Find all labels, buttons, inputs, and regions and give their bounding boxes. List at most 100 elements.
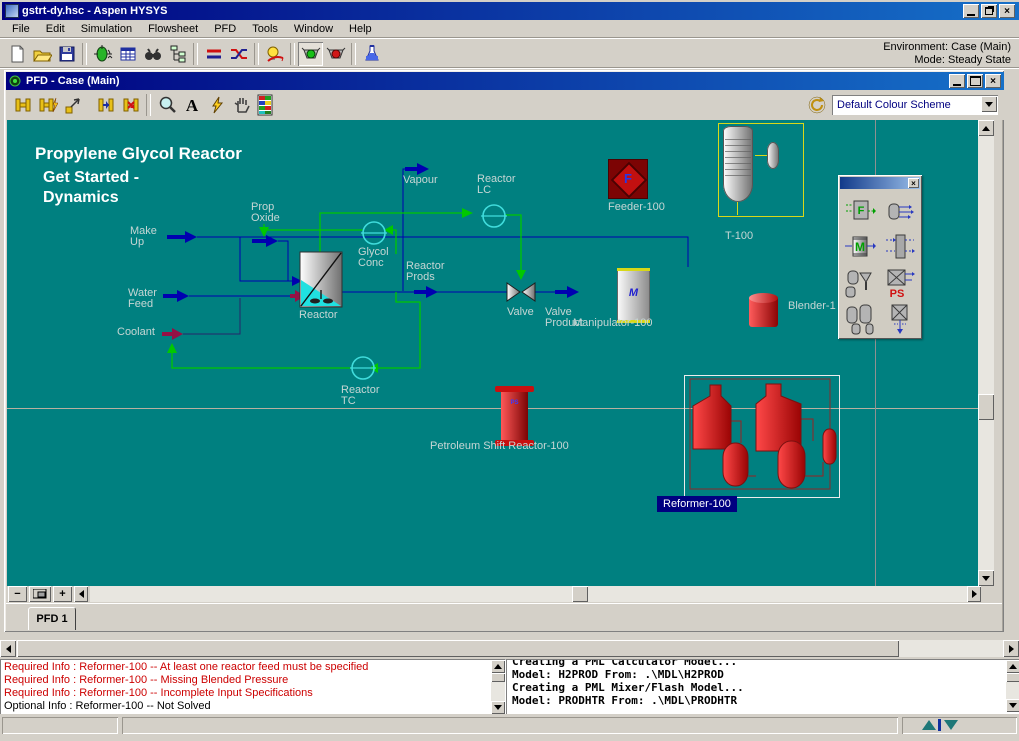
signal-prods-to-tc[interactable] xyxy=(369,292,420,373)
label-petroleum-shift-reactor[interactable]: Petroleum Shift Reactor-100 xyxy=(430,441,569,452)
main-scroll-left-button[interactable] xyxy=(0,640,16,657)
zoom-box-button[interactable] xyxy=(29,586,51,602)
scroll-up-button[interactable] xyxy=(978,120,994,136)
palette-multi-feed-icon[interactable] xyxy=(884,195,916,227)
zoom-in-button[interactable]: + xyxy=(53,586,72,602)
workbook-button[interactable] xyxy=(115,42,140,66)
colour-scheme-dropdown[interactable]: Default Colour Scheme xyxy=(832,95,998,115)
optimizer-button[interactable] xyxy=(262,42,287,66)
pfd-horizontal-scrollbar[interactable] xyxy=(90,586,967,602)
tab-pfd-1[interactable]: PFD 1 xyxy=(28,607,76,630)
status-scrollbar[interactable] xyxy=(491,660,505,714)
unit-manipulator-100[interactable]: M xyxy=(617,268,650,323)
unit-petroleum-shift-reactor[interactable]: PS xyxy=(501,392,528,440)
palette-vessel-set-icon[interactable] xyxy=(844,303,876,335)
unit-valve[interactable] xyxy=(507,283,535,301)
unit-operations-button[interactable] xyxy=(90,42,115,66)
status-message-pane[interactable]: Required Info : Reformer-100 -- At least… xyxy=(0,659,506,715)
trace-pane[interactable]: Creating a PML Calculator Model... Model… xyxy=(506,659,1019,715)
menu-edit[interactable]: Edit xyxy=(38,20,73,38)
main-horizontal-scrollbar[interactable] xyxy=(0,640,1019,657)
stream-connections-button[interactable] xyxy=(226,42,251,66)
save-case-button[interactable] xyxy=(54,42,79,66)
label-valve[interactable]: Valve xyxy=(507,307,534,318)
collapse-trace-icon[interactable] xyxy=(944,720,958,730)
label-reactor-prods[interactable]: Reactor Prods xyxy=(406,261,445,283)
swap-connections-button[interactable] xyxy=(118,93,143,117)
expand-trace-icon[interactable] xyxy=(922,720,936,730)
label-vapour[interactable]: Vapour xyxy=(403,175,438,186)
colour-legend-button[interactable] xyxy=(254,92,276,118)
label-manipulator-100[interactable]: Manipulator-100 xyxy=(573,318,653,329)
signal-glycol-conc-to-prop-oxide[interactable] xyxy=(259,224,363,237)
status-message[interactable]: Optional Info : Reformer-100 -- Not Solv… xyxy=(4,700,488,713)
stream-water-feed[interactable] xyxy=(163,290,305,302)
scroll-up-button[interactable] xyxy=(491,660,505,673)
label-t-100[interactable]: T-100 xyxy=(725,231,753,242)
object-palette-window[interactable]: × F M PS xyxy=(838,175,922,339)
solver-active-button[interactable] xyxy=(298,42,323,66)
attach-mode-button[interactable] xyxy=(10,93,35,117)
pfd-minimize-button[interactable] xyxy=(949,74,965,88)
controller-glycol-conc[interactable] xyxy=(361,222,387,244)
unit-reactor[interactable] xyxy=(300,252,342,307)
label-make-up[interactable]: Make Up xyxy=(130,226,157,248)
label-glycol-conc[interactable]: Glycol Conc xyxy=(358,247,389,269)
main-scroll-right-button[interactable] xyxy=(1003,640,1019,657)
menu-pfd[interactable]: PFD xyxy=(206,20,244,38)
label-blender[interactable]: Blender-1 xyxy=(788,301,836,312)
label-water-feed[interactable]: Water Feed xyxy=(128,288,157,310)
label-prop-oxide[interactable]: Prop Oxide xyxy=(251,202,280,224)
status-message[interactable]: Required Info : Reformer-100 -- At least… xyxy=(4,661,488,674)
status-message[interactable]: Required Info : Reformer-100 -- Missing … xyxy=(4,674,488,687)
stream-coolant[interactable] xyxy=(162,298,240,340)
pfd-maximize-button[interactable] xyxy=(967,74,983,88)
menu-flowsheet[interactable]: Flowsheet xyxy=(140,20,206,38)
palette-feeder-icon[interactable]: F xyxy=(844,195,876,227)
status-scroll-thumb[interactable] xyxy=(491,673,505,682)
zoom-out-button[interactable]: − xyxy=(8,586,27,602)
palette-close-button[interactable]: × xyxy=(908,178,919,188)
unit-t100-column[interactable] xyxy=(723,126,753,202)
label-reactor-lc[interactable]: Reactor LC xyxy=(477,174,516,196)
zoom-button[interactable] xyxy=(154,93,179,117)
label-coolant[interactable]: Coolant xyxy=(117,327,155,338)
signal-lc-to-valve[interactable] xyxy=(505,215,526,280)
scroll-right-button[interactable] xyxy=(967,586,981,602)
pfd-canvas[interactable]: Propylene Glycol Reactor Get Started - D… xyxy=(7,120,978,586)
refresh-button[interactable] xyxy=(808,96,826,114)
palette-petroleum-shift-icon[interactable]: PS xyxy=(884,267,916,299)
scroll-down-button[interactable] xyxy=(978,570,994,586)
leave-environment-button[interactable] xyxy=(359,42,384,66)
scroll-left-button[interactable] xyxy=(74,586,88,602)
pfd-title-bar[interactable]: PFD - Case (Main) × xyxy=(6,72,1004,90)
pfd-vertical-scrollbar[interactable] xyxy=(978,120,994,586)
label-reformer-100-selected[interactable]: Reformer-100 xyxy=(657,496,737,512)
main-scroll-thumb[interactable] xyxy=(17,640,899,657)
palette-flash-icon[interactable] xyxy=(884,303,916,335)
solver-holding-button[interactable] xyxy=(323,42,348,66)
horizontal-scroll-thumb[interactable] xyxy=(572,586,588,602)
pfd-close-button[interactable]: × xyxy=(985,74,1001,88)
signal-tc-to-coolant[interactable] xyxy=(167,343,352,368)
controller-reactor-lc[interactable] xyxy=(481,205,507,227)
label-reactor-tc[interactable]: Reactor TC xyxy=(341,385,380,407)
trace-scroll-thumb[interactable] xyxy=(1006,673,1019,682)
material-streams-button[interactable] xyxy=(201,42,226,66)
scroll-down-button[interactable] xyxy=(1006,699,1019,712)
label-reactor[interactable]: Reactor xyxy=(299,310,338,321)
palette-manipulator-icon[interactable]: M xyxy=(844,231,876,263)
menu-window[interactable]: Window xyxy=(286,20,341,38)
unit-feeder-100[interactable]: F xyxy=(608,159,648,199)
vertical-scroll-thumb[interactable] xyxy=(978,394,994,420)
trace-splitter-icon[interactable] xyxy=(938,719,941,731)
auto-attach-button[interactable] xyxy=(35,93,60,117)
stream-valve-product[interactable] xyxy=(535,286,579,298)
close-button[interactable]: × xyxy=(999,4,1015,18)
trace-scrollbar[interactable] xyxy=(1006,660,1019,712)
pan-button[interactable] xyxy=(229,93,254,117)
scroll-down-button[interactable] xyxy=(491,701,505,714)
restore-button[interactable] xyxy=(981,4,997,18)
scroll-up-button[interactable] xyxy=(1006,660,1019,673)
palette-separator-train-icon[interactable] xyxy=(844,267,876,299)
